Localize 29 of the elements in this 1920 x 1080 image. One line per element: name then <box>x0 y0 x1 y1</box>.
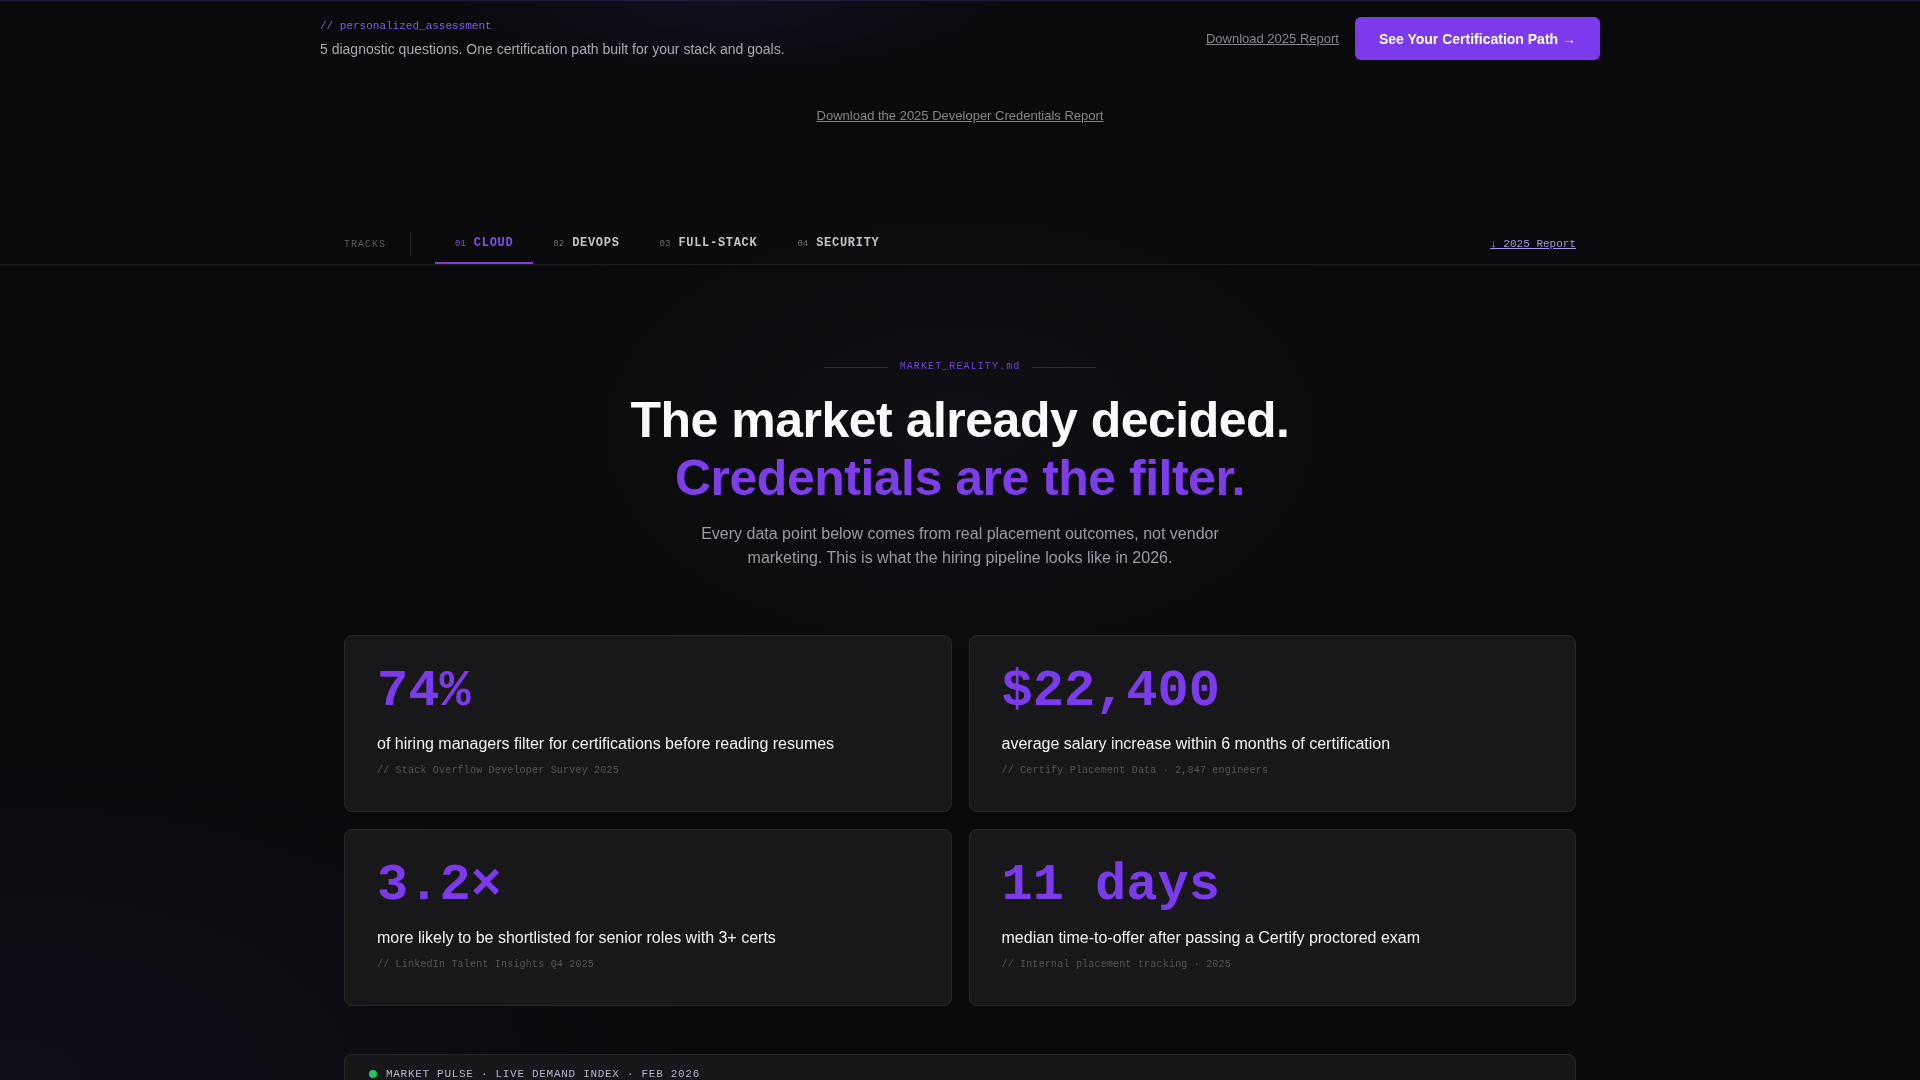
stat-source: // Stack Overflow Developer Survey 2025 <box>377 764 619 778</box>
assessment-subtitle: 5 diagnostic questions. One certification path built for your stack and goals. <box>320 39 785 59</box>
stat-value: 74% <box>377 664 471 720</box>
stat-description: of hiring managers filter for certifications before reading resumes <box>377 734 835 754</box>
download-report-link[interactable]: Download 2025 Report <box>1205 29 1339 48</box>
track-tab[interactable]: 03 FULL-STACK <box>639 224 778 264</box>
track-tab[interactable]: 04 SECURITY <box>777 224 900 264</box>
stat-description: average salary increase within 6 months of certification <box>1001 734 1391 754</box>
stat-source: // Internal placement tracking · 2025 <box>1001 958 1231 972</box>
headline-accent: Credentials are the filter. <box>674 449 1245 507</box>
section-tag: // personalized_assessment <box>320 18 785 33</box>
intro-paragraph: Every data point below comes from real placement outcomes, not vendor marketing. This is what the hiring pipeline looks like in 2026. <box>700 524 1220 568</box>
status-dot-icon <box>369 1070 377 1078</box>
stat-value: 11 days <box>1001 858 1220 914</box>
stat-source: // Certify Placement Data · 2,847 engineers <box>1001 764 1269 778</box>
report-download-link[interactable]: ↓ 2025 Report <box>1490 238 1576 250</box>
file-label: MARKET_REALITY.md <box>899 360 1021 374</box>
headline: The market already decided. <box>630 391 1290 449</box>
stat-value: 3.2× <box>377 858 502 914</box>
stat-source: // LinkedIn Talent Insights Q4 2025 <box>377 958 595 972</box>
credentials-report-link[interactable]: Download the 2025 Developer Credentials Report <box>816 107 1104 125</box>
stat-description: median time-to-offer after passing a Certify proctored exam <box>1001 928 1421 948</box>
track-tab[interactable]: 01 CLOUD <box>435 224 534 264</box>
stat-description: more likely to be shortlisted for senior roles with 3+ certs <box>377 928 776 948</box>
market-pulse-title: MARKET PULSE · LIVE DEMAND INDEX · FEB 2026 <box>386 1067 700 1080</box>
tracks-label: TRACKS <box>344 238 386 250</box>
stat-value: $22,400 <box>1001 664 1220 720</box>
track-tab[interactable]: 02 DEVOPS <box>533 224 640 264</box>
certification-path-button[interactable]: See Your Certification Path → <box>1354 17 1600 60</box>
